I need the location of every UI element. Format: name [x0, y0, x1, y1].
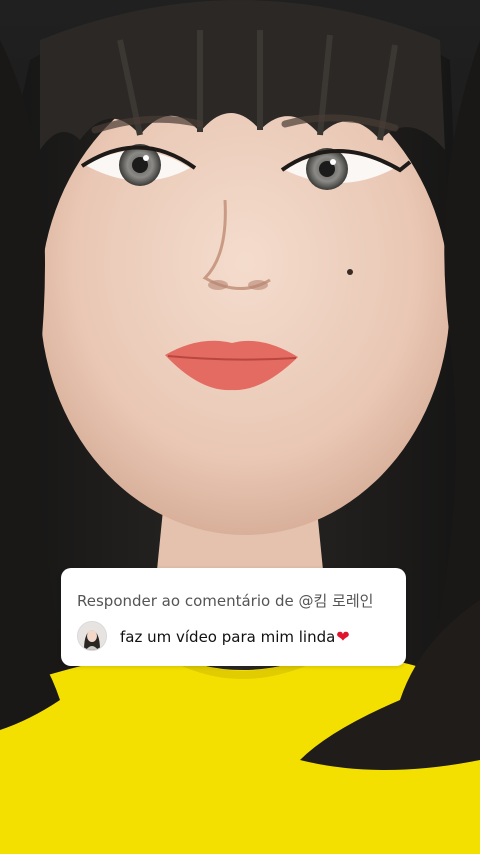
- reply-comment-card[interactable]: Responder ao comentário de @킴 로레인 faz um…: [61, 568, 406, 666]
- reply-comment-row: faz um vídeo para mim linda❤: [77, 621, 350, 651]
- comment-text-wrapper: faz um vídeo para mim linda❤: [120, 627, 350, 646]
- avatar-image: [78, 622, 106, 650]
- comment-text: faz um vídeo para mim linda: [120, 627, 336, 646]
- user-avatar: [77, 621, 107, 651]
- video-still: [0, 0, 480, 854]
- reply-header: Responder ao comentário de @킴 로레인: [77, 592, 374, 610]
- heart-icon: ❤: [336, 626, 350, 646]
- video-frame[interactable]: [0, 0, 480, 854]
